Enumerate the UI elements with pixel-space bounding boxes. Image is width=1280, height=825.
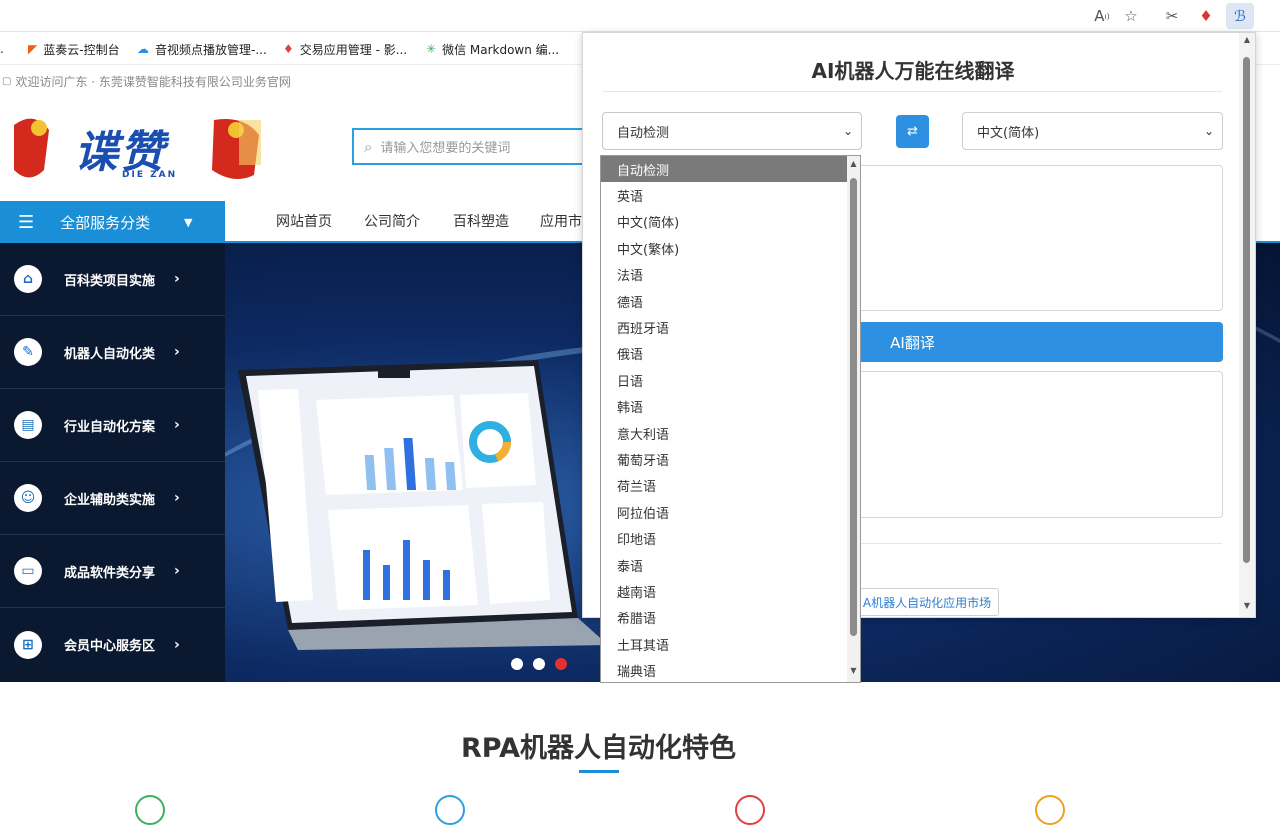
language-option[interactable]: 日语	[601, 367, 847, 393]
language-option[interactable]: 土耳其语	[601, 631, 847, 657]
chevron-down-icon: ⌄	[1203, 124, 1214, 138]
nav-home[interactable]: 网站首页	[276, 201, 332, 241]
popup-title: AI机器人万能在线翻译	[811, 59, 1015, 83]
bookmark-truncated[interactable]: .	[0, 33, 4, 65]
scrollbar-thumb[interactable]	[1243, 57, 1250, 563]
language-option[interactable]: 中文(简体)	[601, 209, 847, 235]
language-option[interactable]: 荷兰语	[601, 473, 847, 499]
monitor-icon: ▭	[14, 557, 42, 585]
swap-languages-button[interactable]: ⇄	[896, 115, 929, 148]
language-option[interactable]: 西班牙语	[601, 314, 847, 340]
divider	[603, 91, 1222, 92]
language-option[interactable]: 印地语	[601, 526, 847, 552]
grid-icon: ⊞	[14, 630, 42, 659]
page-icon: ▢	[2, 75, 12, 87]
nav-app-market[interactable]: 应用市	[540, 201, 582, 241]
language-option[interactable]: 韩语	[601, 394, 847, 420]
carousel-dot[interactable]	[511, 658, 523, 670]
sidebar-item-encyclopedia[interactable]: ⌂ 百科类项目实施 ›	[0, 243, 225, 316]
laptop-illustration	[238, 360, 608, 650]
scroll-up-icon[interactable]: ▲	[847, 159, 860, 168]
sidebar-item-member[interactable]: ⊞ 会员中心服务区 ›	[0, 608, 225, 681]
read-aloud-icon[interactable]: Aı)	[1092, 6, 1112, 26]
bookmark-item[interactable]: ◤ 蓝奏云-控制台	[28, 33, 120, 65]
language-option[interactable]: 俄语	[601, 341, 847, 367]
language-option[interactable]: 自动检测	[601, 156, 847, 183]
carousel-dot[interactable]	[533, 658, 545, 670]
chevron-down-icon: ⌄	[842, 124, 853, 138]
lanzou-icon: ◤	[28, 42, 38, 56]
language-dropdown-list: 自动检测 英语 中文(简体) 中文(繁体) 法语 德语 西班牙语 俄语 日语 韩语 意大利语 葡萄牙语…	[600, 155, 861, 683]
sidebar-item-enterprise[interactable]: ☺ 企业辅助类实施 ›	[0, 462, 225, 535]
features-title: RPA机器人自动化特色	[461, 733, 736, 764]
language-option[interactable]: 法语	[601, 262, 847, 288]
chevron-right-icon: ›	[174, 636, 180, 653]
chevron-right-icon: ›	[174, 344, 180, 360]
sidebar-item-software[interactable]: ▭ 成品软件类分享 ›	[0, 535, 225, 608]
service-sidebar: ⌂ 百科类项目实施 › ✎ 机器人自动化类 › ▤ 行业自动化方案 › ☺ 企业…	[0, 243, 225, 682]
chevron-right-icon: ›	[174, 417, 180, 433]
title-underline	[579, 770, 619, 773]
carousel-dot-active[interactable]	[555, 658, 567, 670]
sidebar-item-industry[interactable]: ▤ 行业自动化方案 ›	[0, 389, 225, 462]
category-button[interactable]: ☰ 全部服务分类 ▼	[0, 201, 225, 243]
scroll-down-icon[interactable]: ▼	[1239, 601, 1255, 610]
chevron-right-icon: ›	[174, 490, 180, 506]
nav-about[interactable]: 公司简介	[364, 201, 420, 241]
language-option[interactable]: 意大利语	[601, 420, 847, 446]
language-option[interactable]: 中文(繁体)	[601, 235, 847, 261]
building-icon: ⌂	[14, 265, 42, 293]
sparkle-icon: ✳	[426, 42, 437, 56]
scroll-down-icon[interactable]: ▼	[847, 666, 860, 675]
search-input[interactable]: ⌕ 请输入您想要的关键词	[352, 128, 592, 165]
chevron-right-icon: ›	[174, 563, 180, 579]
menu-icon: ☰	[18, 211, 35, 233]
language-option[interactable]: 英语	[601, 182, 847, 208]
extension-gem-icon[interactable]: ♦	[1196, 6, 1216, 26]
language-option[interactable]: 瑞典语	[601, 658, 847, 684]
user-icon: ☺	[14, 484, 42, 512]
app-market-link[interactable]: A机器人自动化应用市场	[855, 588, 999, 616]
caret-down-icon: ▼	[184, 215, 193, 229]
browser-toolbar: Aı) ☆ ✂ ♦ ℬ	[0, 0, 1280, 32]
translator-extension-icon[interactable]: ℬ	[1226, 3, 1254, 29]
language-option[interactable]: 希腊语	[601, 605, 847, 631]
swap-icon: ⇄	[907, 124, 918, 139]
bookmark-item[interactable]: ♦ 交易应用管理 - 影...	[283, 33, 407, 65]
source-language-select[interactable]: 自动检测 ⌄	[602, 112, 862, 150]
chevron-right-icon: ›	[174, 271, 180, 287]
target-language-select[interactable]: 中文(简体) ⌄	[962, 112, 1223, 150]
document-icon: ▤	[14, 411, 42, 439]
bookmark-item[interactable]: ✳ 微信 Markdown 编...	[426, 33, 559, 65]
language-option[interactable]: 越南语	[601, 578, 847, 604]
language-option[interactable]: 阿拉伯语	[601, 499, 847, 525]
favorite-star-icon[interactable]: ☆	[1121, 6, 1141, 26]
sidebar-item-robot[interactable]: ✎ 机器人自动化类 ›	[0, 316, 225, 389]
bookmark-item[interactable]: ☁ 音视频点播放管理-...	[137, 33, 267, 65]
gem-icon: ♦	[283, 42, 294, 56]
dropdown-scrollbar[interactable]: ▲ ▼	[847, 156, 860, 682]
site-logo[interactable]: 谍赞 DIE ZAN	[4, 110, 274, 188]
edit-icon: ✎	[14, 338, 42, 366]
laptop-graphic	[238, 360, 608, 650]
nav-encyclopedia[interactable]: 百科塑造	[453, 201, 509, 241]
extension-icon[interactable]: ✂	[1162, 6, 1182, 26]
language-option[interactable]: 泰语	[601, 552, 847, 578]
logo-subtext: DIE ZAN	[122, 170, 178, 180]
scroll-up-icon[interactable]: ▲	[1239, 35, 1255, 44]
popup-scrollbar[interactable]: ▲ ▼	[1239, 33, 1255, 617]
language-option[interactable]: 葡萄牙语	[601, 446, 847, 472]
search-icon: ⌕	[364, 137, 373, 156]
cloud-icon: ☁	[137, 42, 149, 56]
scrollbar-thumb[interactable]	[850, 178, 857, 636]
language-option[interactable]: 德语	[601, 288, 847, 314]
